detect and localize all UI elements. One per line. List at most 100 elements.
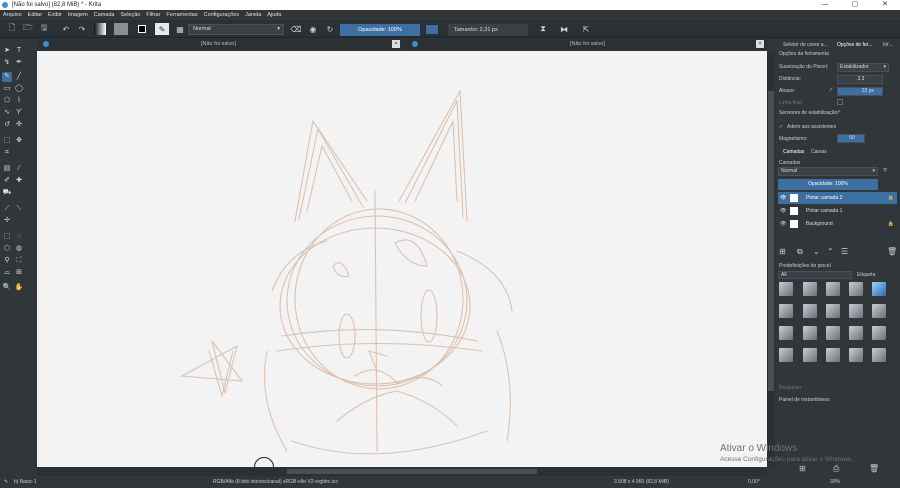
edit-shapes-tool-icon[interactable]: ↯ <box>2 58 12 68</box>
distance-input[interactable]: 3,3 <box>837 75 883 84</box>
add-snapshot-icon[interactable]: ⊞ <box>799 464 806 473</box>
size-slider[interactable]: Tamanho: 2,31 px <box>448 24 528 36</box>
gradient-tool-icon[interactable]: ▤ <box>2 164 12 174</box>
brush-preset[interactable] <box>849 304 863 318</box>
reference-images-tool-icon[interactable]: ✢ <box>2 216 12 226</box>
layer-row[interactable]: 👁 Background 🔒 <box>778 218 897 230</box>
eye-icon[interactable]: 👁 <box>780 192 786 204</box>
magnetic-select-tool-icon[interactable]: ⊞ <box>14 268 24 278</box>
move-layer-down-icon[interactable]: ⌄ <box>813 247 820 256</box>
brush-preset[interactable] <box>779 304 793 318</box>
eye-icon[interactable]: 👁 <box>780 218 786 230</box>
multibrush-tool-icon[interactable]: ✣ <box>14 120 24 130</box>
menu-editar[interactable]: Editar <box>28 12 42 18</box>
mirror-horizontal-icon[interactable]: ⧗ <box>537 23 549 35</box>
brush-editor-icon[interactable]: ▦ <box>174 23 186 35</box>
horizontal-scroll-thumb[interactable] <box>287 469 537 474</box>
menu-configuracoes[interactable]: Configurações <box>204 12 239 18</box>
rotation-label[interactable]: 0,00° <box>748 479 760 485</box>
brush-preset[interactable] <box>849 282 863 296</box>
menu-ferramentas[interactable]: Ferramentas <box>166 12 197 18</box>
layer-row[interactable]: 👁 Pintar camada 2 🔒 <box>778 192 897 204</box>
delay-checkbox[interactable]: ✓ <box>829 87 833 93</box>
mirror-vertical-icon[interactable]: ⧓ <box>558 23 570 35</box>
layer-opacity-slider[interactable]: Opacidade: 100% <box>778 179 878 190</box>
line-tool-icon[interactable]: ╱ <box>14 72 24 82</box>
tab-tool-options[interactable]: Opções de fer... <box>837 42 872 48</box>
brush-preset[interactable] <box>849 326 863 340</box>
menu-arquivo[interactable]: Arquivo <box>3 12 22 18</box>
layer-lock-icon[interactable]: 🔒 <box>888 218 894 230</box>
contiguous-select-tool-icon[interactable]: ⚲ <box>2 256 12 266</box>
presets-filter-select[interactable]: All <box>778 271 852 279</box>
tab-document-2[interactable]: [Não foi salvo] <box>570 41 605 47</box>
layer-properties-icon[interactable]: ☰ <box>841 247 848 256</box>
reload-preset-icon[interactable]: ↻ <box>324 23 336 35</box>
menu-exibir[interactable]: Exibir <box>48 12 62 18</box>
snap-assistants-checkbox[interactable]: ✓ <box>779 124 783 130</box>
add-layer-icon[interactable]: ⊞ <box>779 247 786 256</box>
redo-icon[interactable]: ↷ <box>76 23 88 35</box>
polyline-tool-icon[interactable]: ⌇ <box>14 96 24 106</box>
brush-preset[interactable] <box>872 304 886 318</box>
menu-ajuda[interactable]: Ajuda <box>267 12 281 18</box>
minimize-button[interactable]: — <box>810 0 840 10</box>
layer-lock-icon[interactable]: 🔒 <box>888 192 894 204</box>
close-tab-icon[interactable]: × <box>756 40 764 48</box>
brush-preset-selected[interactable] <box>872 282 886 296</box>
calligraphy-tool-icon[interactable]: ✒ <box>14 58 24 68</box>
polygon-tool-icon[interactable]: ⬠ <box>2 96 12 106</box>
tab-document-1[interactable]: [Não foi salvo] <box>201 41 236 47</box>
rectangle-tool-icon[interactable]: ▭ <box>2 84 12 94</box>
brush-preset[interactable] <box>803 282 817 296</box>
open-document-icon[interactable]: 🗁 <box>22 23 34 35</box>
delete-layer-icon[interactable]: 🗑 <box>887 247 897 256</box>
ellipse-tool-icon[interactable]: ◯ <box>14 84 24 94</box>
presets-tag-label[interactable]: Etiqueta <box>857 272 875 278</box>
undo-icon[interactable]: ↶ <box>60 23 72 35</box>
smart-patch-tool-icon[interactable]: ✚ <box>14 176 24 186</box>
brush-preset[interactable] <box>826 326 840 340</box>
flow-indicator[interactable] <box>426 25 438 34</box>
brush-preset[interactable] <box>779 282 793 296</box>
close-button[interactable]: ✕ <box>870 0 900 10</box>
preset-search-input[interactable]: Pesquisar <box>779 385 801 391</box>
delete-snapshot-icon[interactable]: 🗑 <box>869 464 879 473</box>
brush-preset[interactable] <box>779 326 793 340</box>
similar-select-tool-icon[interactable]: ⛶ <box>14 256 24 266</box>
ellipse-select-tool-icon[interactable]: ◌ <box>14 232 24 242</box>
crop-tool-icon[interactable]: ⌗ <box>2 148 12 158</box>
vertical-scroll-thumb[interactable] <box>768 91 774 391</box>
brush-preset[interactable] <box>803 304 817 318</box>
brush-preset[interactable] <box>826 282 840 296</box>
polygon-select-tool-icon[interactable]: ⬡ <box>2 244 12 254</box>
maximize-button[interactable]: ▢ <box>840 0 870 10</box>
layer-row[interactable]: 👁 Pintar camada 1 <box>778 205 897 217</box>
fg-bg-color-icon[interactable] <box>135 23 149 35</box>
menu-filtrar[interactable]: Filtrar <box>146 12 160 18</box>
dynamic-brush-tool-icon[interactable]: ↺ <box>2 120 12 130</box>
transform-tool-icon[interactable]: ⬚ <box>2 136 12 146</box>
zoom-tool-icon[interactable]: 🔍 <box>2 283 12 293</box>
brush-tool-icon[interactable]: ✎ <box>2 72 12 82</box>
menu-camada[interactable]: Camada <box>94 12 115 18</box>
brush-preset[interactable] <box>872 326 886 340</box>
drawing-canvas[interactable] <box>37 51 767 467</box>
duplicate-layer-icon[interactable]: ⧉ <box>797 247 803 257</box>
brush-preset[interactable] <box>803 326 817 340</box>
camera-icon[interactable]: ⎙ <box>833 464 839 474</box>
bezier-tool-icon[interactable]: ∿ <box>2 108 12 118</box>
finish-line-checkbox[interactable] <box>837 99 843 105</box>
colorize-mask-tool-icon[interactable]: ✐ <box>2 176 12 186</box>
tab-color-selector[interactable]: Seletor de cores a... <box>783 42 828 48</box>
preserve-alpha-icon[interactable]: ◉ <box>307 23 319 35</box>
brush-preset[interactable] <box>826 304 840 318</box>
freehand-select-tool-icon[interactable]: ◍ <box>14 244 24 254</box>
assistant-tool-icon[interactable]: ⟋ <box>2 204 12 214</box>
brush-preset-icon[interactable]: ✎ <box>155 23 169 35</box>
new-document-icon[interactable]: 🗋 <box>6 23 18 35</box>
close-tab-icon[interactable]: × <box>392 40 400 48</box>
menu-janela[interactable]: Janela <box>245 12 261 18</box>
eye-icon[interactable]: 👁 <box>780 205 786 217</box>
vertical-scrollbar[interactable] <box>767 51 775 467</box>
